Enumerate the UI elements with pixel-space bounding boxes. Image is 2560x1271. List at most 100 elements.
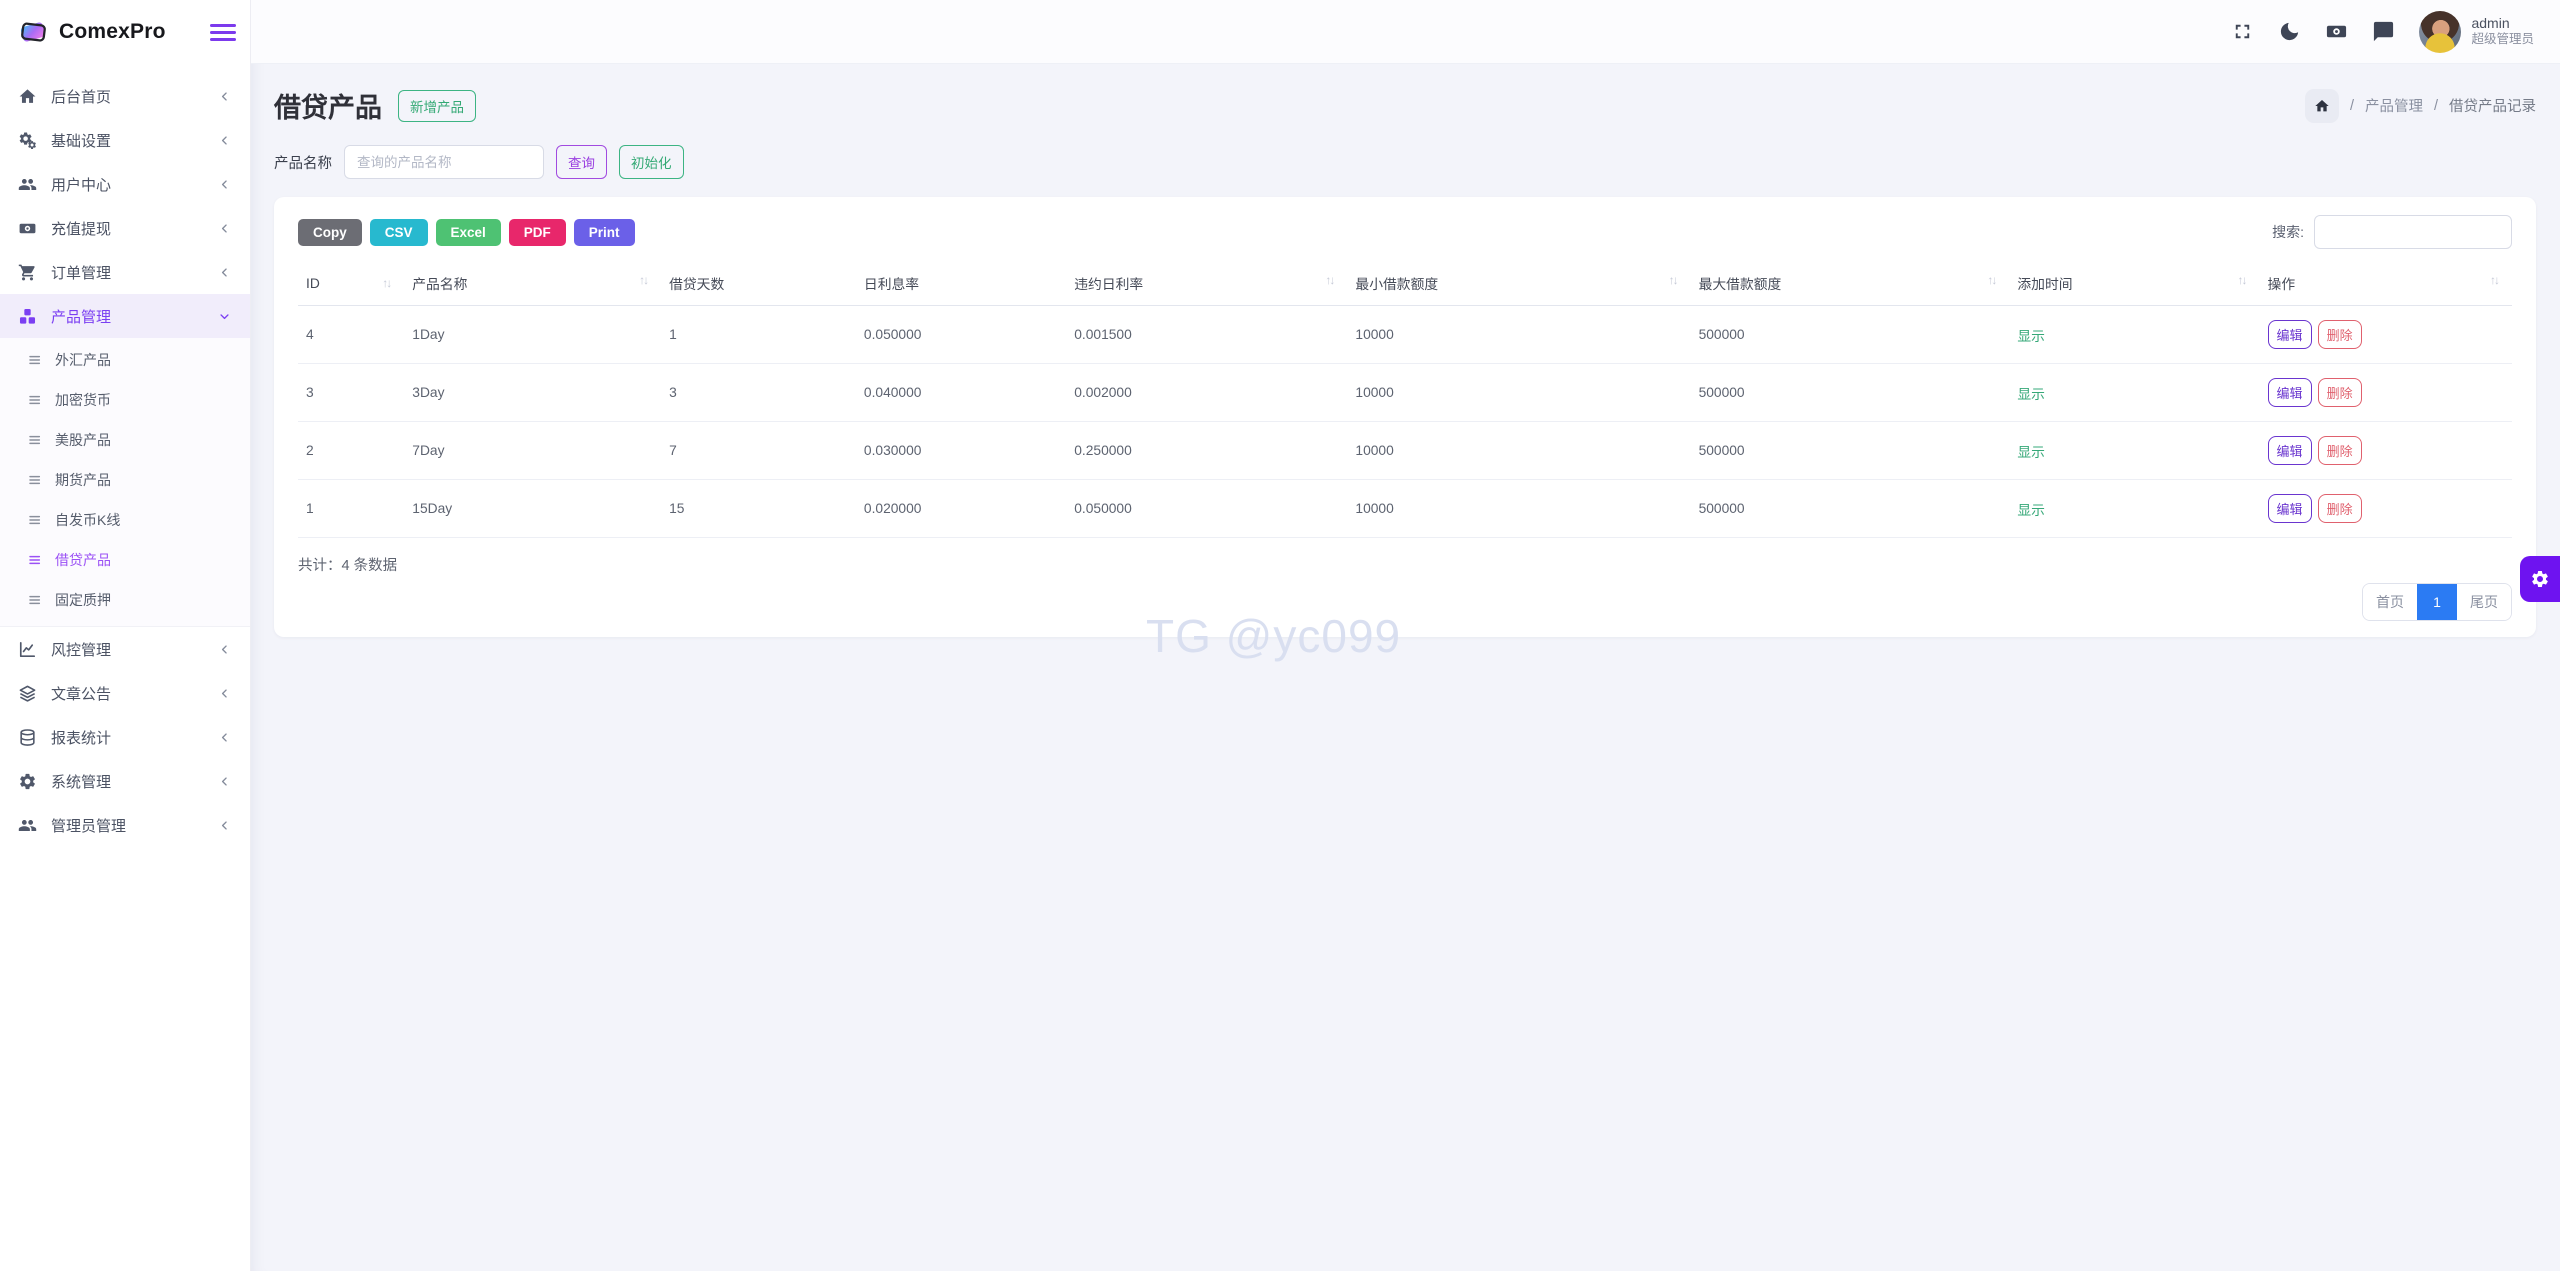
chat-icon[interactable] (2372, 20, 2395, 43)
sidebar-item-user-center[interactable]: 用户中心 (0, 162, 250, 206)
col-header-name[interactable]: 产品名称 ↑↓ (404, 263, 662, 306)
submenu-item-loan-products[interactable]: 借贷产品 (0, 540, 250, 580)
table-header-row: ID ↑↓ 产品名称 ↑↓ 借贷天数 日利息率 违约日利率 ↑↓ 最小借款额度 ↑↓ 最… (298, 263, 2512, 306)
sidebar-item-basic-settings[interactable]: 基础设置 (0, 118, 250, 162)
col-header-default-rate[interactable]: 违约日利率 ↑↓ (1066, 263, 1348, 306)
edit-button[interactable]: 编辑 (2267, 320, 2312, 349)
sort-icon[interactable]: ↑↓ (639, 273, 649, 287)
table-search-input[interactable] (2314, 215, 2512, 249)
cell-daily-rate: 0.020000 (855, 479, 1067, 538)
cell-days: 3 (661, 363, 856, 422)
sidebar-item-orders[interactable]: 订单管理 (0, 250, 250, 294)
submenu-item-label: 期货产品 (55, 472, 111, 488)
current-page-button[interactable]: 1 (2417, 584, 2457, 620)
cell-days: 15 (661, 479, 856, 538)
submenu-item-staking[interactable]: 固定质押 (0, 580, 250, 620)
sidebar-item-system[interactable]: 系统管理 (0, 759, 250, 803)
col-header-actions[interactable]: 操作 ↑↓ (2259, 263, 2512, 306)
edit-button[interactable]: 编辑 (2267, 494, 2312, 523)
sort-icon[interactable]: ↑↓ (2238, 273, 2248, 287)
settings-fab-button[interactable] (2520, 556, 2560, 602)
sidebar-item-label: 系统管理 (51, 773, 112, 791)
col-label: 产品名称 (412, 277, 468, 292)
submenu-item-us-stocks[interactable]: 美股产品 (0, 420, 250, 460)
col-header-add-time[interactable]: 添加时间 ↑↓ (2009, 263, 2260, 306)
fullscreen-icon[interactable] (2231, 20, 2254, 43)
submenu-item-futures[interactable]: 期货产品 (0, 460, 250, 500)
sidebar-item-admins[interactable]: 管理员管理 (0, 803, 250, 847)
col-header-min-amount[interactable]: 最小借款额度 ↑↓ (1347, 263, 1691, 306)
cell-max-amount: 500000 (1690, 363, 2010, 422)
sidebar-item-products[interactable]: 产品管理 (0, 294, 250, 338)
cell-id: 3 (298, 363, 405, 422)
cell-id: 4 (298, 305, 405, 364)
excel-button[interactable]: Excel (435, 218, 501, 246)
pdf-button[interactable]: PDF (508, 218, 566, 246)
copy-button[interactable]: Copy (298, 218, 362, 246)
reset-button[interactable]: 初始化 (619, 145, 684, 179)
sidebar-item-reports[interactable]: 报表统计 (0, 715, 250, 759)
home-icon (18, 87, 37, 106)
cell-default-rate: 0.250000 (1066, 421, 1348, 480)
sort-icon[interactable]: ↑↓ (1325, 273, 1335, 287)
hamburger-icon[interactable] (210, 23, 236, 41)
delete-button[interactable]: 删除 (2317, 494, 2362, 523)
query-button[interactable]: 查询 (556, 145, 607, 179)
cubes-icon (18, 307, 37, 326)
page-content: 借贷产品 新增产品 / 产品管理 / 借贷产品记录 产品名称 查询 初始化 (250, 64, 2560, 1271)
brand-logo-icon (20, 22, 46, 42)
sidebar-item-deposit-withdraw[interactable]: 充值提现 (0, 206, 250, 250)
sidebar-item-announcements[interactable]: 文章公告 (0, 671, 250, 715)
show-time-link[interactable]: 显示 (2017, 503, 2045, 518)
sort-icon[interactable]: ↑↓ (1669, 273, 1679, 287)
sidebar-item-label: 充值提现 (51, 220, 112, 238)
col-header-daily-rate[interactable]: 日利息率 (855, 263, 1067, 306)
print-button[interactable]: Print (573, 218, 635, 246)
search-label: 搜索: (2272, 224, 2304, 240)
cell-max-amount: 500000 (1690, 479, 2010, 538)
submenu-item-crypto[interactable]: 加密货币 (0, 380, 250, 420)
pagination-group: 首页 1 尾页 (2362, 583, 2512, 621)
table-row: 3 3Day 3 0.040000 0.002000 10000 500000 … (298, 363, 2512, 422)
edit-button[interactable]: 编辑 (2267, 436, 2312, 465)
edit-button[interactable]: 编辑 (2267, 378, 2312, 407)
product-name-input[interactable] (344, 145, 544, 179)
show-time-link[interactable]: 显示 (2017, 329, 2045, 344)
money-icon[interactable] (2325, 20, 2348, 43)
first-page-button[interactable]: 首页 (2363, 584, 2417, 620)
col-header-id[interactable]: ID ↑↓ (298, 263, 405, 306)
cell-name: 3Day (404, 363, 662, 422)
sidebar-nav: 后台首页 基础设置 用户中心 充值提现 订单管理 产品管理 外汇产品 加密货币 … (0, 64, 250, 847)
submenu-item-forex[interactable]: 外汇产品 (0, 340, 250, 380)
avatar[interactable] (2419, 10, 2462, 53)
database-icon (18, 728, 37, 747)
delete-button[interactable]: 删除 (2317, 378, 2362, 407)
sort-icon[interactable]: ↑↓ (2490, 273, 2500, 287)
chevron-left-icon (217, 133, 232, 148)
sort-icon[interactable]: ↑↓ (1987, 273, 1997, 287)
sidebar-item-risk[interactable]: 风控管理 (0, 627, 250, 671)
sidebar-item-label: 基础设置 (51, 132, 112, 150)
show-time-link[interactable]: 显示 (2017, 445, 2045, 460)
submenu-item-kline[interactable]: 自发币K线 (0, 500, 250, 540)
sidebar-item-label: 报表统计 (51, 729, 112, 747)
sidebar-item-label: 文章公告 (51, 685, 112, 703)
delete-button[interactable]: 删除 (2317, 436, 2362, 465)
last-page-button[interactable]: 尾页 (2457, 584, 2511, 620)
csv-button[interactable]: CSV (369, 218, 428, 246)
submenu-item-label: 自发币K线 (55, 512, 121, 528)
breadcrumb-item-products[interactable]: 产品管理 (2365, 95, 2423, 116)
user-name: admin (2471, 14, 2510, 31)
show-time-link[interactable]: 显示 (2017, 387, 2045, 402)
sort-icon[interactable]: ↑↓ (382, 276, 392, 290)
col-header-max-amount[interactable]: 最大借款额度 ↑↓ (1690, 263, 2010, 306)
user-menu[interactable]: admin 超级管理员 (2419, 10, 2534, 53)
dark-mode-moon-icon[interactable] (2278, 20, 2301, 43)
sidebar-item-dashboard[interactable]: 后台首页 (0, 74, 250, 118)
sidebar-item-label: 管理员管理 (51, 817, 127, 835)
breadcrumb-home-button[interactable] (2304, 88, 2339, 123)
delete-button[interactable]: 删除 (2317, 320, 2362, 349)
cart-icon (18, 263, 37, 282)
add-product-button[interactable]: 新增产品 (398, 89, 476, 122)
col-header-days[interactable]: 借贷天数 (661, 263, 856, 306)
